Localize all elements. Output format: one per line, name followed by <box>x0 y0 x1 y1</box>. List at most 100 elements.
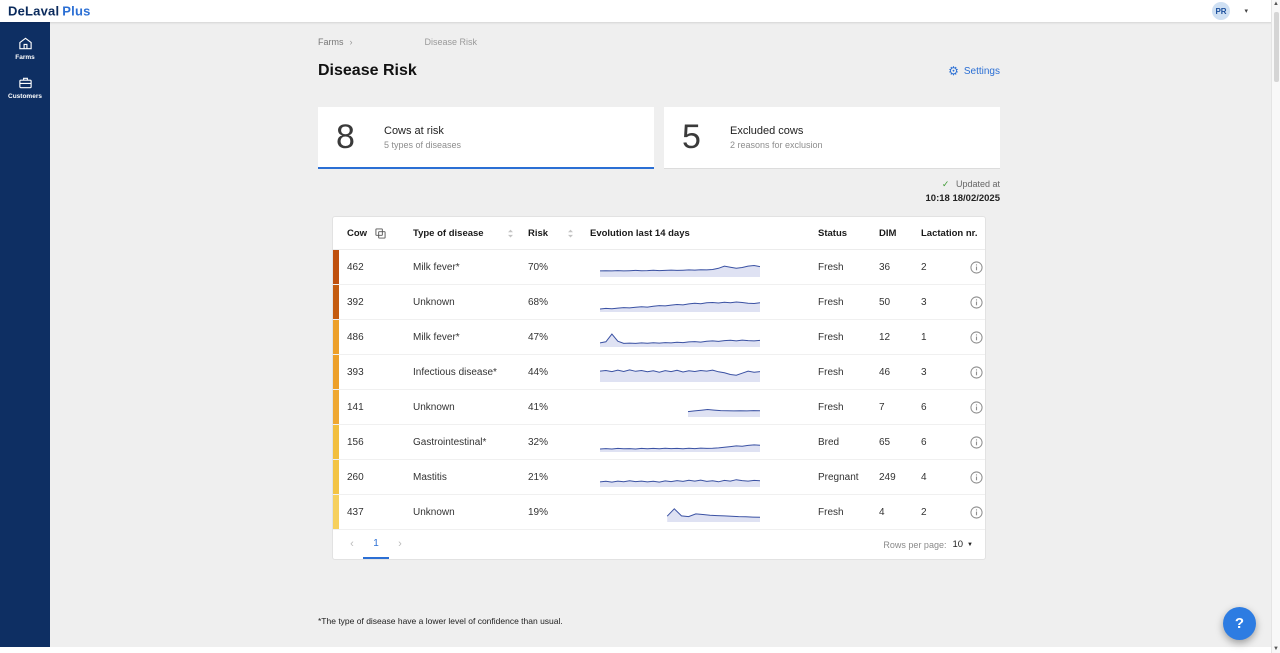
lactation-number: 4 <box>921 472 967 483</box>
card-title: Cows at risk <box>384 125 461 137</box>
dim-value: 46 <box>879 367 921 378</box>
cow-status: Fresh <box>818 297 879 308</box>
column-header-dim: DIM <box>879 228 921 239</box>
settings-label: Settings <box>964 66 1000 77</box>
lactation-number: 3 <box>921 367 967 378</box>
brand-secondary: Plus <box>62 4 90 19</box>
breadcrumb: Farms › Disease Risk <box>318 22 1000 47</box>
settings-button[interactable]: ⚙ Settings <box>948 65 1000 77</box>
cow-status: Fresh <box>818 402 879 413</box>
scrollbar-thumb[interactable] <box>1274 12 1279 82</box>
sidebar: Farms Customers <box>0 22 50 647</box>
vertical-scrollbar[interactable]: ▲ ▼ <box>1271 0 1280 653</box>
evolution-sparkline <box>590 501 818 523</box>
table-row[interactable]: 437 Unknown 19% Fresh 4 2 <box>333 495 985 530</box>
sort-icon[interactable] <box>567 228 574 239</box>
cow-status: Fresh <box>818 262 879 273</box>
risk-value: 19% <box>528 507 590 518</box>
cow-id: 392 <box>347 297 413 308</box>
card-title: Excluded cows <box>730 125 823 137</box>
prev-page-button[interactable]: ‹ <box>341 530 363 559</box>
table-row[interactable]: 260 Mastitis 21% Pregnant 249 4 <box>333 460 985 495</box>
cow-id: 462 <box>347 262 413 273</box>
disease-risk-table: Cow Type of disease <box>332 216 986 560</box>
app-window: DeLavalPlus PR ▾ Farms Customers Farms ›… <box>0 0 1280 653</box>
next-page-button[interactable]: › <box>389 530 411 559</box>
table-row[interactable]: 156 Gastrointestinal* 32% Bred 65 6 <box>333 425 985 460</box>
column-header-status: Status <box>818 228 879 239</box>
table-row[interactable]: 141 Unknown 41% Fresh 7 6 <box>333 390 985 425</box>
copy-icon[interactable] <box>375 228 386 239</box>
sort-icon[interactable] <box>507 228 514 239</box>
risk-level-bar <box>333 425 339 459</box>
cow-status: Fresh <box>818 507 879 518</box>
card-subtitle: 5 types of diseases <box>384 140 461 150</box>
dim-value: 12 <box>879 332 921 343</box>
cow-status: Fresh <box>818 367 879 378</box>
evolution-sparkline <box>590 466 818 488</box>
info-icon[interactable] <box>970 436 983 449</box>
check-icon: ✓ <box>942 179 950 189</box>
dim-value: 65 <box>879 437 921 448</box>
rows-per-page-select[interactable]: 10 ▼ <box>952 539 973 550</box>
disease-type: Unknown <box>413 507 528 518</box>
risk-value: 47% <box>528 332 590 343</box>
table-row[interactable]: 392 Unknown 68% Fresh 50 3 <box>333 285 985 320</box>
scroll-down-icon[interactable]: ▼ <box>1272 646 1280 652</box>
sidebar-item-label: Farms <box>15 54 35 61</box>
table-row[interactable]: 393 Infectious disease* 44% Fresh 46 3 <box>333 355 985 390</box>
user-avatar[interactable]: PR <box>1212 2 1230 20</box>
disease-type: Mastitis <box>413 472 528 483</box>
risk-level-bar <box>333 285 339 319</box>
info-icon[interactable] <box>970 331 983 344</box>
card-excluded-cows[interactable]: 5 Excluded cows 2 reasons for exclusion <box>664 107 1000 169</box>
info-icon[interactable] <box>970 401 983 414</box>
risk-level-bar <box>333 390 339 424</box>
caret-down-icon: ▼ <box>967 542 973 548</box>
risk-value: 32% <box>528 437 590 448</box>
page-title: Disease Risk <box>318 62 417 80</box>
info-icon[interactable] <box>970 506 983 519</box>
column-header-lactation: Lactation nr. <box>921 228 967 239</box>
help-button[interactable]: ? <box>1223 607 1256 640</box>
sidebar-item-farms[interactable]: Farms <box>0 36 50 61</box>
risk-level-bar <box>333 495 339 529</box>
user-menu-chevron-icon[interactable]: ▾ <box>1244 7 1248 15</box>
sidebar-item-customers[interactable]: Customers <box>0 75 50 100</box>
info-icon[interactable] <box>970 261 983 274</box>
table-header: Cow Type of disease <box>333 217 985 250</box>
info-icon[interactable] <box>970 296 983 309</box>
disease-type: Infectious disease* <box>413 367 528 378</box>
column-header-cow: Cow <box>347 228 367 239</box>
breadcrumb-farms[interactable]: Farms <box>318 37 344 47</box>
excluded-cows-count: 5 <box>682 118 718 157</box>
evolution-sparkline <box>590 326 818 348</box>
sidebar-item-label: Customers <box>8 93 42 100</box>
cow-id: 486 <box>347 332 413 343</box>
column-header-disease: Type of disease <box>413 228 484 239</box>
card-cows-at-risk[interactable]: 8 Cows at risk 5 types of diseases <box>318 107 654 169</box>
cow-status: Pregnant <box>818 472 879 483</box>
info-icon[interactable] <box>970 366 983 379</box>
pagination: ‹ 1 › Rows per page: 10 ▼ <box>333 530 985 559</box>
farm-icon <box>18 36 33 51</box>
cow-status: Fresh <box>818 332 879 343</box>
brand-logo: DeLavalPlus <box>8 4 91 19</box>
page-number-current[interactable]: 1 <box>363 530 389 559</box>
cow-id: 437 <box>347 507 413 518</box>
risk-value: 68% <box>528 297 590 308</box>
scroll-up-icon[interactable]: ▲ <box>1272 1 1280 7</box>
cow-id: 141 <box>347 402 413 413</box>
table-row[interactable]: 462 Milk fever* 70% Fresh 36 2 <box>333 250 985 285</box>
disease-type: Unknown <box>413 297 528 308</box>
info-icon[interactable] <box>970 471 983 484</box>
evolution-sparkline <box>590 361 818 383</box>
cow-id: 156 <box>347 437 413 448</box>
updated-label: Updated at <box>956 179 1000 189</box>
summary-cards: 8 Cows at risk 5 types of diseases 5 Exc… <box>318 107 1000 169</box>
rows-per-page-value: 10 <box>952 539 963 550</box>
briefcase-icon <box>18 75 33 90</box>
disease-type: Unknown <box>413 402 528 413</box>
table-row[interactable]: 486 Milk fever* 47% Fresh 12 1 <box>333 320 985 355</box>
evolution-sparkline <box>590 431 818 453</box>
